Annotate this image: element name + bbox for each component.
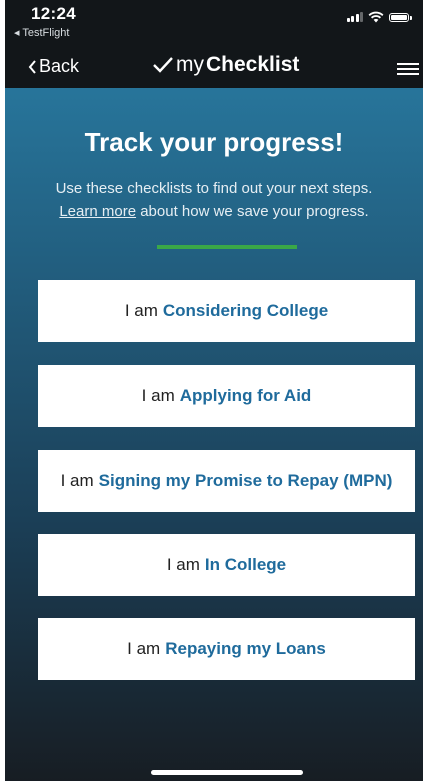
option-in-college[interactable]: I am In College [38,534,415,596]
app-title-light: my [176,53,204,76]
option-signing-mpn[interactable]: I am Signing my Promise to Repay (MPN) [38,450,415,512]
back-button[interactable]: Back [27,56,79,77]
option-prefix: I am [124,301,158,320]
back-label: Back [39,56,80,76]
option-prefix: I am [141,386,175,405]
status-bar: 12:24 ◂ TestFlight [5,0,423,44]
option-label: Repaying my Loans [165,639,326,658]
option-repaying-loans[interactable]: I am Repaying my Loans [38,618,415,680]
wifi-icon [368,11,384,23]
app-title: my Checklist [152,53,299,77]
subtitle-line-1: Use these checklists to find out your ne… [55,180,373,197]
option-considering-college[interactable]: I am Considering College [38,280,415,342]
option-prefix: I am [127,639,161,658]
app-screen: 12:24 ◂ TestFlight Back my Checklist Tra… [5,0,423,781]
subtitle-line-2: about how we save your progress. [136,203,369,220]
battery-icon [389,12,412,22]
top-bar: 12:24 ◂ TestFlight Back my Checklist [5,0,423,88]
option-label: Signing my Promise to Repay (MPN) [98,471,393,490]
app-title-bold: Checklist [206,53,300,76]
option-prefix: I am [166,555,200,574]
learn-more-link[interactable]: Learn more [59,203,136,220]
option-prefix: I am [60,471,94,490]
hamburger-menu-icon[interactable] [397,63,419,75]
signal-icon [346,12,363,22]
nav-bar: Back my Checklist [5,44,423,88]
accent-divider [157,245,297,249]
status-time: 12:24 [31,4,76,23]
chevron-left-icon [28,59,36,74]
home-indicator[interactable] [151,770,303,775]
back-to-testflight-link[interactable]: ◂ TestFlight [14,26,69,39]
option-label: Considering College [162,301,329,320]
option-applying-for-aid[interactable]: I am Applying for Aid [38,365,415,427]
page-subtitle: Use these checklists to find out your ne… [5,177,423,223]
status-icons [346,10,412,24]
option-label: In College [204,555,287,574]
page-heading: Track your progress! [84,127,344,157]
option-label: Applying for Aid [179,386,312,405]
checkmark-icon [153,57,173,73]
